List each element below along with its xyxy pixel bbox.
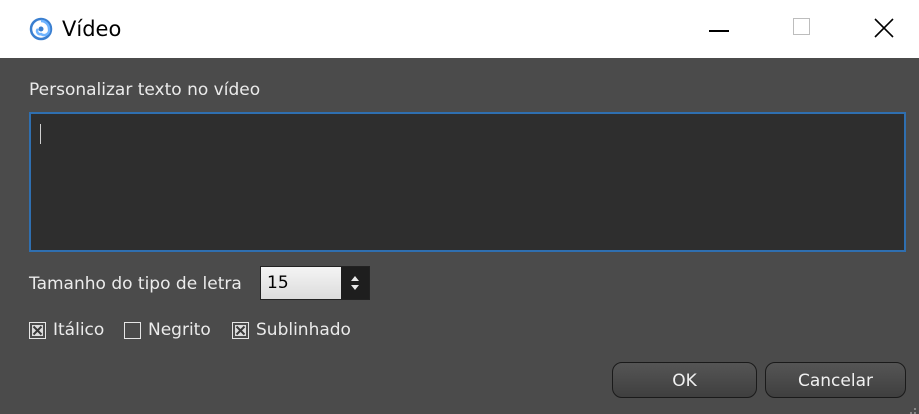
ok-button[interactable]: OK — [612, 362, 757, 398]
underline-label: Sublinhado — [256, 320, 351, 340]
italic-checkbox[interactable] — [29, 321, 46, 339]
maximize-button[interactable] — [774, 0, 832, 58]
text-caret — [40, 124, 41, 144]
swirl-app-icon — [29, 17, 53, 41]
italic-label: Itálico — [53, 320, 105, 340]
bold-label: Negrito — [148, 320, 211, 340]
video-dialog: Vídeo Personalizar texto no vídeo Tamanh… — [0, 0, 919, 414]
maximize-icon — [793, 18, 810, 35]
resize-grip-icon[interactable] — [905, 400, 917, 414]
font-size-spinbox[interactable]: 15 — [260, 266, 370, 300]
title-bar[interactable]: Vídeo — [0, 0, 919, 58]
underline-checkbox[interactable] — [232, 321, 249, 339]
bold-checkbox-row[interactable]: Negrito — [124, 318, 211, 342]
minimize-button[interactable] — [692, 0, 750, 58]
custom-text-input[interactable] — [29, 112, 906, 252]
italic-checkbox-row[interactable]: Itálico — [29, 318, 104, 342]
font-size-value[interactable]: 15 — [267, 273, 289, 293]
font-size-label: Tamanho do tipo de letra — [29, 274, 242, 294]
custom-text-label: Personalizar texto no vídeo — [29, 80, 261, 100]
spin-arrows-icon[interactable] — [341, 267, 369, 299]
bold-checkbox[interactable] — [124, 321, 141, 339]
window-title: Vídeo — [62, 17, 122, 41]
minimize-icon — [709, 30, 729, 32]
close-button[interactable] — [856, 0, 914, 58]
underline-checkbox-row[interactable]: Sublinhado — [232, 318, 351, 342]
cancel-button[interactable]: Cancelar — [765, 362, 906, 398]
